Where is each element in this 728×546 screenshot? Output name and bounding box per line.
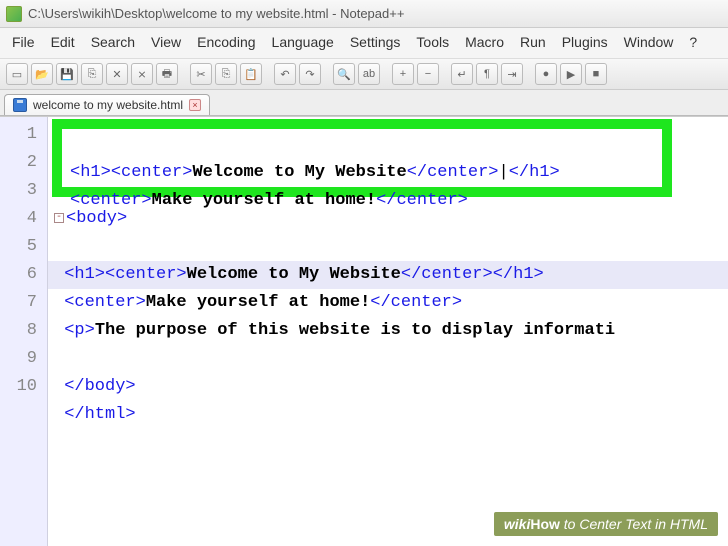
zoom-in-icon[interactable]: + (392, 63, 414, 85)
toolbar-separator (442, 63, 448, 85)
open-file-icon[interactable]: 📂 (31, 63, 53, 85)
line-number: 1 (0, 121, 47, 149)
line-number: 9 (0, 345, 47, 373)
toolbar-separator (181, 63, 187, 85)
replace-icon[interactable]: ab (358, 63, 380, 85)
paste-icon[interactable]: 📋 (240, 63, 262, 85)
menu-file[interactable]: File (4, 32, 43, 52)
instruction-highlight: <h1><center>Welcome to My Website</cente… (52, 119, 672, 197)
menu-language[interactable]: Language (264, 32, 342, 52)
center-open-tag: <center> (105, 265, 187, 284)
show-all-icon[interactable]: ¶ (476, 63, 498, 85)
toolbar-separator (383, 63, 389, 85)
find-icon[interactable]: 🔍 (333, 63, 355, 85)
print-icon[interactable]: 🖶 (156, 63, 178, 85)
menu-bar: File Edit Search View Encoding Language … (0, 28, 728, 59)
menu-run[interactable]: Run (512, 32, 554, 52)
center-close-tag: </center> (370, 293, 462, 312)
macro-record-icon[interactable]: ● (535, 63, 557, 85)
menu-view[interactable]: View (143, 32, 189, 52)
subtitle-text: Make yourself at home! (146, 293, 370, 312)
file-tab[interactable]: welcome to my website.html × (4, 94, 210, 115)
line-number: 4 (0, 205, 47, 233)
wordwrap-icon[interactable]: ↵ (451, 63, 473, 85)
line-number: 3 (0, 177, 47, 205)
center-open-tag: <center> (64, 293, 146, 312)
center-close-tag: </center> (401, 265, 493, 284)
wikihow-watermark: wikiHow to Center Text in HTML (494, 512, 718, 536)
menu-help[interactable]: ? (681, 32, 705, 52)
macro-stop-icon[interactable]: ■ (585, 63, 607, 85)
close-icon[interactable]: ✕ (106, 63, 128, 85)
zoom-out-icon[interactable]: − (417, 63, 439, 85)
title-bar: C:\Users\wikih\Desktop\welcome to my web… (0, 0, 728, 28)
indent-icon[interactable]: ⇥ (501, 63, 523, 85)
watermark-brand: wiki (504, 516, 530, 532)
cut-icon[interactable]: ✂ (190, 63, 212, 85)
paragraph-text: The purpose of this website is to displa… (95, 321, 615, 340)
body-close-tag: </body> (64, 377, 135, 396)
macro-play-icon[interactable]: ▶ (560, 63, 582, 85)
tab-filename: welcome to my website.html (33, 98, 183, 112)
toolbar-separator (526, 63, 532, 85)
line-number: 10 (0, 373, 47, 401)
copy-icon[interactable]: ⎘ (215, 63, 237, 85)
save-all-icon[interactable]: ⎘ (81, 63, 103, 85)
watermark-how: How (530, 516, 560, 532)
line-number: 6 (0, 261, 47, 289)
redo-icon[interactable]: ↷ (299, 63, 321, 85)
watermark-title: to Center Text in HTML (560, 516, 708, 532)
menu-macro[interactable]: Macro (457, 32, 512, 52)
line-number: 5 (0, 233, 47, 261)
line-number-gutter: 1 2 3 4 5 6 7 8 9 10 (0, 117, 48, 546)
app-icon (6, 6, 22, 22)
tab-bar: welcome to my website.html × (0, 90, 728, 116)
html-close-tag: </html> (64, 405, 135, 424)
fold-minus-icon[interactable]: - (54, 213, 64, 223)
menu-plugins[interactable]: Plugins (554, 32, 616, 52)
line-number: 2 (0, 149, 47, 177)
line-number: 8 (0, 317, 47, 345)
window-title: C:\Users\wikih\Desktop\welcome to my web… (28, 6, 404, 21)
toolbar-separator (265, 63, 271, 85)
line-number: 7 (0, 289, 47, 317)
close-all-icon[interactable]: ⨯ (131, 63, 153, 85)
toolbar: ▭ 📂 💾 ⎘ ✕ ⨯ 🖶 ✂ ⎘ 📋 ↶ ↷ 🔍 ab + − ↵ ¶ ⇥ ●… (0, 59, 728, 90)
toolbar-separator (324, 63, 330, 85)
menu-encoding[interactable]: Encoding (189, 32, 263, 52)
menu-window[interactable]: Window (616, 32, 682, 52)
h1-close-tag: </h1> (493, 265, 544, 284)
heading-text: Welcome to My Website (187, 265, 401, 284)
menu-edit[interactable]: Edit (43, 32, 83, 52)
menu-tools[interactable]: Tools (408, 32, 457, 52)
undo-icon[interactable]: ↶ (274, 63, 296, 85)
disk-icon (13, 98, 27, 112)
tab-close-icon[interactable]: × (189, 99, 201, 111)
save-icon[interactable]: 💾 (56, 63, 78, 85)
menu-settings[interactable]: Settings (342, 32, 409, 52)
menu-search[interactable]: Search (83, 32, 143, 52)
h1-open-tag: <h1> (64, 265, 105, 284)
new-file-icon[interactable]: ▭ (6, 63, 28, 85)
